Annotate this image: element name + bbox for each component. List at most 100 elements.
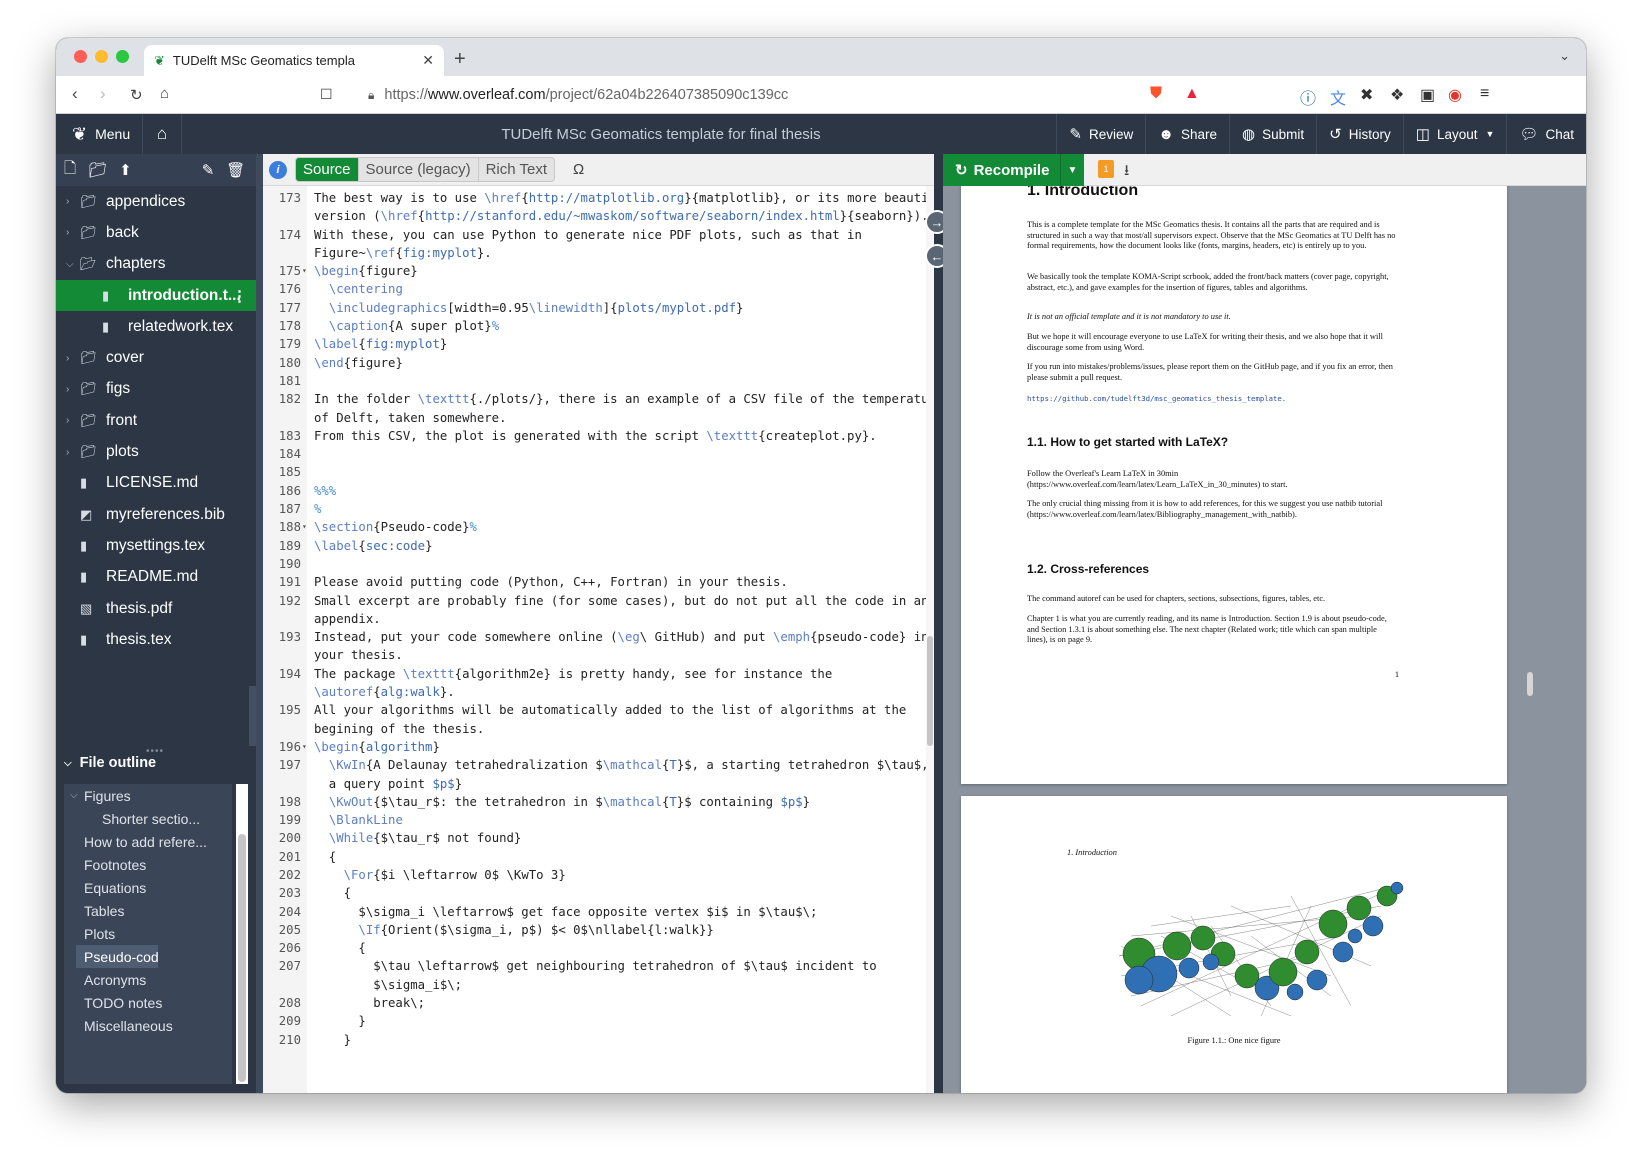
code-line[interactable]: 207 $\tau \leftarrow$ get neighbouring t… bbox=[263, 957, 926, 975]
new-folder-icon[interactable]: 📁︎ bbox=[88, 161, 107, 179]
pdf-github-link[interactable]: https://github.com/tudelft3d/msc_geomati… bbox=[1027, 394, 1399, 405]
mode-source[interactable]: Source bbox=[296, 158, 359, 181]
code-line[interactable]: 196 ▾ \begin{algorithm} bbox=[263, 738, 926, 756]
close-tab-icon[interactable]: ✕ bbox=[422, 52, 434, 69]
new-file-icon[interactable]: 🗋︎ bbox=[64, 158, 76, 183]
upload-icon[interactable]: ⬆ bbox=[119, 161, 132, 179]
brave-shield-icon[interactable]: ⛊ bbox=[1150, 85, 1162, 103]
outline-item[interactable]: How to add refere... bbox=[64, 830, 232, 853]
menu-button[interactable]: ❦ Menu bbox=[66, 114, 136, 154]
code-line[interactable]: 189 \label{sec:code} bbox=[263, 537, 926, 555]
fold-chevron-icon[interactable]: ▾ bbox=[302, 738, 307, 756]
tab-search-chevron-icon[interactable]: ⌄ bbox=[1559, 48, 1570, 64]
back-icon[interactable]: ‹ bbox=[72, 84, 78, 104]
file-tree-item[interactable]: › 📁︎ front bbox=[56, 405, 256, 436]
pdf-scroll-thumb[interactable] bbox=[1527, 672, 1533, 696]
pdf-viewer[interactable]: 1. Introduction This is a complete templ… bbox=[943, 186, 1586, 1093]
history-button[interactable]: ↺ History bbox=[1316, 114, 1403, 154]
outline-resize-handle[interactable]: •••• bbox=[146, 746, 164, 757]
reload-icon[interactable]: ↻ bbox=[130, 86, 143, 104]
file-tree-item[interactable]: › 📁︎ cover bbox=[56, 342, 256, 373]
delete-icon[interactable]: 🗑︎ bbox=[226, 161, 245, 179]
file-tree-item[interactable]: › 📁︎ appendices bbox=[56, 186, 256, 217]
layout-button[interactable]: ◫ Layout ▼ bbox=[1402, 114, 1507, 154]
editor-scrollbar[interactable] bbox=[926, 186, 934, 1093]
file-tree-item[interactable]: › 📁︎ plots bbox=[56, 436, 256, 467]
file-tree-item[interactable]: › 📁︎ figs bbox=[56, 374, 256, 405]
sidebar-icon[interactable]: ▣ bbox=[1420, 85, 1435, 105]
code-line[interactable]: 210 } bbox=[263, 1031, 926, 1049]
code-line[interactable]: 185 bbox=[263, 463, 926, 481]
review-button[interactable]: ✎ Review bbox=[1056, 114, 1145, 154]
code-line[interactable]: 195 All your algorithms will be automatic… bbox=[263, 701, 926, 719]
chevron-down-icon[interactable]: ⌵ bbox=[70, 790, 84, 801]
file-tree-item[interactable]: ▧ thesis.pdf bbox=[56, 593, 256, 624]
editor-scroll-thumb[interactable] bbox=[927, 636, 933, 746]
file-tree-scrollbar[interactable] bbox=[249, 686, 256, 746]
file-tree-item[interactable]: ▮ LICENSE.md bbox=[56, 468, 256, 499]
outline-item[interactable]: Acronyms bbox=[64, 968, 232, 991]
code-line[interactable]: 180 \end{figure} bbox=[263, 354, 926, 372]
close-window-button[interactable] bbox=[74, 50, 87, 63]
outline-item[interactable]: Shorter sectio... bbox=[64, 807, 232, 830]
code-line[interactable]: 179 \label{fig:myplot} bbox=[263, 335, 926, 353]
code-line[interactable]: 201 { bbox=[263, 848, 926, 866]
mode-rich-text[interactable]: Rich Text bbox=[479, 158, 554, 181]
code-line[interactable]: 202 \For{$i \leftarrow 0$ \KwTo 3} bbox=[263, 866, 926, 884]
symbol-palette-button[interactable]: Ω bbox=[573, 161, 584, 178]
code-line[interactable]: 186%%% bbox=[263, 482, 926, 500]
project-title[interactable]: TUDelft MSc Geomatics template for final… bbox=[396, 126, 926, 143]
code-line[interactable]: of Delft, taken somewhere. bbox=[263, 409, 926, 427]
code-line[interactable]: your thesis. bbox=[263, 646, 926, 664]
file-menu-icon[interactable]: ⋮ bbox=[232, 287, 247, 305]
profile-icon[interactable]: ◉ bbox=[1448, 85, 1462, 105]
code-line[interactable]: 188 ▾ \section{Pseudo-code}% bbox=[263, 518, 926, 536]
rename-icon[interactable]: ✎ bbox=[202, 161, 215, 179]
code-line[interactable]: 203 { bbox=[263, 884, 926, 902]
code-line[interactable]: 187% bbox=[263, 500, 926, 518]
code-line[interactable]: 190 bbox=[263, 555, 926, 573]
info-icon[interactable]: i bbox=[269, 160, 287, 179]
code-line[interactable]: 194 The package \texttt{algorithm2e} is p… bbox=[263, 665, 926, 683]
code-line[interactable]: version (\href{http://stanford.edu/~mwas… bbox=[263, 207, 926, 225]
code-line[interactable]: 193 Instead, put your code somewhere onli… bbox=[263, 628, 926, 646]
minimize-window-button[interactable] bbox=[95, 50, 108, 63]
code-line[interactable]: a query point $p$} bbox=[263, 775, 926, 793]
file-tree-item[interactable]: ▮ thesis.tex bbox=[56, 624, 256, 655]
extensions-icon[interactable]: ❖ bbox=[1390, 85, 1404, 105]
outline-item[interactable]: Pseudo-code bbox=[76, 945, 158, 968]
outline-item[interactable]: Tables bbox=[64, 899, 232, 922]
outline-item[interactable]: TODO notes bbox=[64, 991, 232, 1014]
code-line[interactable]: 182 In the folder \texttt{./plots/}, ther… bbox=[263, 390, 926, 408]
bookmark-icon[interactable]: ☐ bbox=[320, 86, 333, 103]
outline-item[interactable]: Equations bbox=[64, 876, 232, 899]
file-tree-item[interactable]: ▮ introduction.t... ⋮ bbox=[56, 279, 256, 312]
recompile-options-chevron-icon[interactable]: ▼ bbox=[1060, 154, 1084, 186]
file-tree-item[interactable]: ▮ mysettings.tex bbox=[56, 530, 256, 561]
code-line[interactable]: 197 \KwIn{A Delaunay tetrahedralization … bbox=[263, 756, 926, 774]
code-line[interactable]: 178 \caption{A super plot}% bbox=[263, 317, 926, 335]
code-line[interactable]: 175 ▾ \begin{figure} bbox=[263, 262, 926, 280]
outline-item[interactable]: Plots bbox=[64, 922, 232, 945]
logs-icon[interactable]: 1 bbox=[1098, 160, 1114, 178]
forward-icon[interactable]: › bbox=[100, 84, 106, 104]
code-editor[interactable]: 173 The best way is to use \href{http://m… bbox=[263, 186, 926, 1093]
project-home-button[interactable]: ⌂ bbox=[142, 114, 182, 154]
code-line[interactable]: 184 bbox=[263, 445, 926, 463]
outline-item[interactable]: Footnotes bbox=[64, 853, 232, 876]
code-line[interactable]: $\sigma_i$\; bbox=[263, 976, 926, 994]
code-line[interactable]: 206 { bbox=[263, 939, 926, 957]
code-line[interactable]: begining of the thesis. bbox=[263, 720, 926, 738]
chat-button[interactable]: 💬︎ Chat bbox=[1506, 114, 1586, 154]
outline-scrollbar[interactable] bbox=[236, 784, 248, 1084]
code-line[interactable]: 209 } bbox=[263, 1012, 926, 1030]
editor-pdf-divider[interactable] bbox=[934, 154, 943, 1093]
file-tree-item[interactable]: ▮ README.md bbox=[56, 562, 256, 593]
code-line[interactable]: 181 bbox=[263, 372, 926, 390]
file-tree-item[interactable]: ⌵ 📂︎ chapters bbox=[56, 249, 256, 280]
code-line[interactable]: appendix. bbox=[263, 610, 926, 628]
code-line[interactable]: 208 break\; bbox=[263, 994, 926, 1012]
code-line[interactable]: Figure~\ref{fig:myplot}. bbox=[263, 244, 926, 262]
zoom-window-button[interactable] bbox=[116, 50, 129, 63]
code-line[interactable]: 205 \If{Orient($\sigma_i, p$) $< 0$\nlla… bbox=[263, 921, 926, 939]
